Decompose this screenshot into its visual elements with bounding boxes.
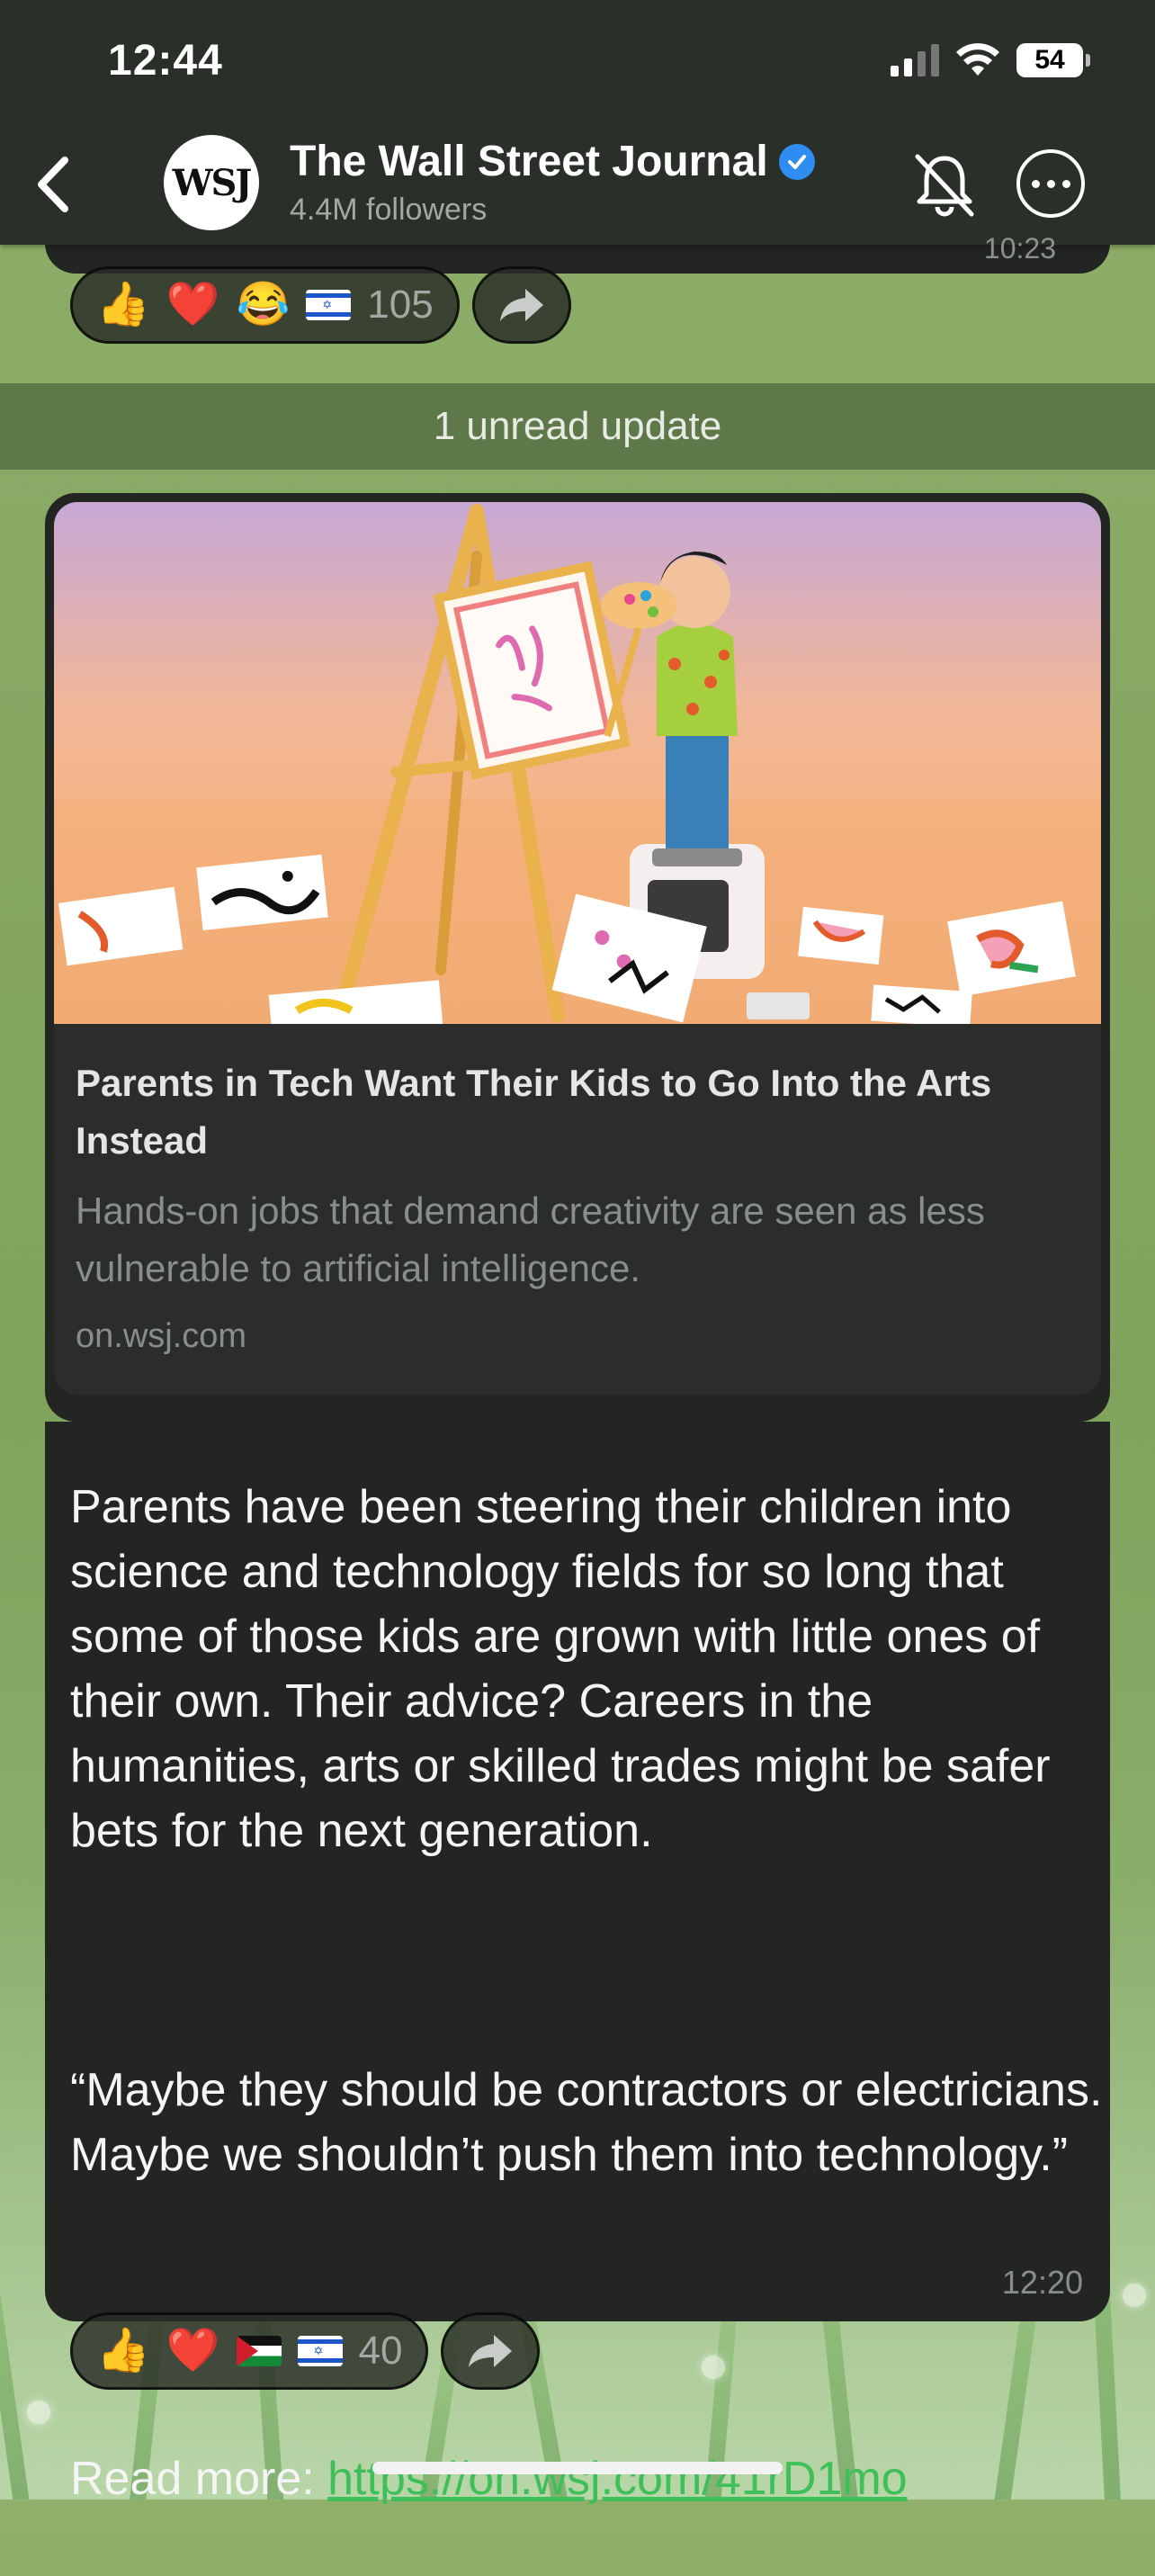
read-more-line: Read more: https://on.wsj.com/41rD1mo bbox=[70, 2382, 1105, 2511]
battery-icon: 54 bbox=[1016, 43, 1090, 77]
laughing-emoji: 😂 bbox=[236, 281, 291, 328]
share-arrow-icon bbox=[469, 2335, 513, 2367]
read-more-label: Read more: bbox=[70, 2453, 328, 2505]
mute-bell-icon[interactable] bbox=[909, 149, 980, 221]
more-options-button[interactable] bbox=[1016, 149, 1085, 218]
message-bubble[interactable]: Parents in Tech Want Their Kids to Go In… bbox=[45, 493, 1110, 1422]
link-preview-card[interactable]: Parents in Tech Want Their Kids to Go In… bbox=[54, 502, 1101, 1395]
article-image[interactable] bbox=[54, 502, 1101, 1024]
thumbs-up-emoji: 👍 bbox=[96, 281, 150, 328]
status-time: 12:44 bbox=[108, 37, 223, 85]
status-icons: 54 bbox=[891, 43, 1090, 77]
reaction-count: 40 bbox=[358, 2329, 403, 2373]
link-preview-title: Parents in Tech Want Their Kids to Go In… bbox=[76, 1062, 992, 1162]
message-body: Parents have been steering their childre… bbox=[70, 1410, 1105, 2576]
share-button[interactable] bbox=[471, 266, 571, 344]
message-time: 12:20 bbox=[1001, 2264, 1083, 2301]
channel-title-row[interactable]: The Wall Street Journal bbox=[290, 137, 815, 186]
message-reactions: 👍 ❤️ ✡ 40 bbox=[70, 2312, 541, 2390]
israel-flag-icon: ✡ bbox=[306, 290, 352, 320]
article-link[interactable]: https://on.wsj.com/41rD1mo bbox=[327, 2453, 907, 2505]
back-button[interactable] bbox=[27, 153, 81, 216]
reaction-count: 105 bbox=[367, 283, 434, 327]
israel-flag-icon: ✡ bbox=[297, 2336, 343, 2366]
thumbs-up-emoji: 👍 bbox=[96, 2327, 150, 2374]
top-bar: 12:44 54 WSJ The Wall Street Journal 4.4… bbox=[0, 0, 1155, 245]
wifi-icon bbox=[956, 43, 999, 76]
heart-emoji: ❤️ bbox=[166, 281, 220, 328]
reaction-pill[interactable]: 👍 ❤️ ✡ 40 bbox=[70, 2312, 429, 2390]
message-paragraph-2: “Maybe they should be contractors or ele… bbox=[70, 2064, 1103, 2181]
previous-reactions: 👍 ❤️ 😂 ✡ 105 bbox=[70, 266, 571, 344]
home-indicator[interactable] bbox=[372, 2462, 783, 2474]
share-arrow-icon bbox=[499, 289, 543, 321]
previous-message-time: 10:23 bbox=[983, 232, 1056, 265]
link-preview-text[interactable]: Parents in Tech Want Their Kids to Go In… bbox=[54, 1024, 1101, 1395]
share-button[interactable] bbox=[441, 2312, 541, 2390]
heart-emoji: ❤️ bbox=[166, 2327, 220, 2374]
followers-count: 4.4M followers bbox=[290, 193, 488, 227]
message-paragraph-1: Parents have been steering their childre… bbox=[70, 1481, 1051, 1857]
channel-title: The Wall Street Journal bbox=[290, 138, 768, 185]
verified-icon bbox=[778, 143, 815, 180]
link-preview-domain: on.wsj.com bbox=[76, 1317, 247, 1355]
channel-avatar[interactable]: WSJ bbox=[164, 135, 259, 230]
palestine-flag-icon bbox=[236, 2336, 282, 2366]
cellular-signal-icon bbox=[891, 44, 939, 76]
link-preview-description: Hands-on jobs that demand creativity are… bbox=[76, 1189, 985, 1289]
unread-updates-banner: 1 unread update bbox=[0, 383, 1155, 470]
reaction-pill[interactable]: 👍 ❤️ 😂 ✡ 105 bbox=[70, 266, 460, 344]
clay-artist-illustration bbox=[54, 504, 1101, 1024]
